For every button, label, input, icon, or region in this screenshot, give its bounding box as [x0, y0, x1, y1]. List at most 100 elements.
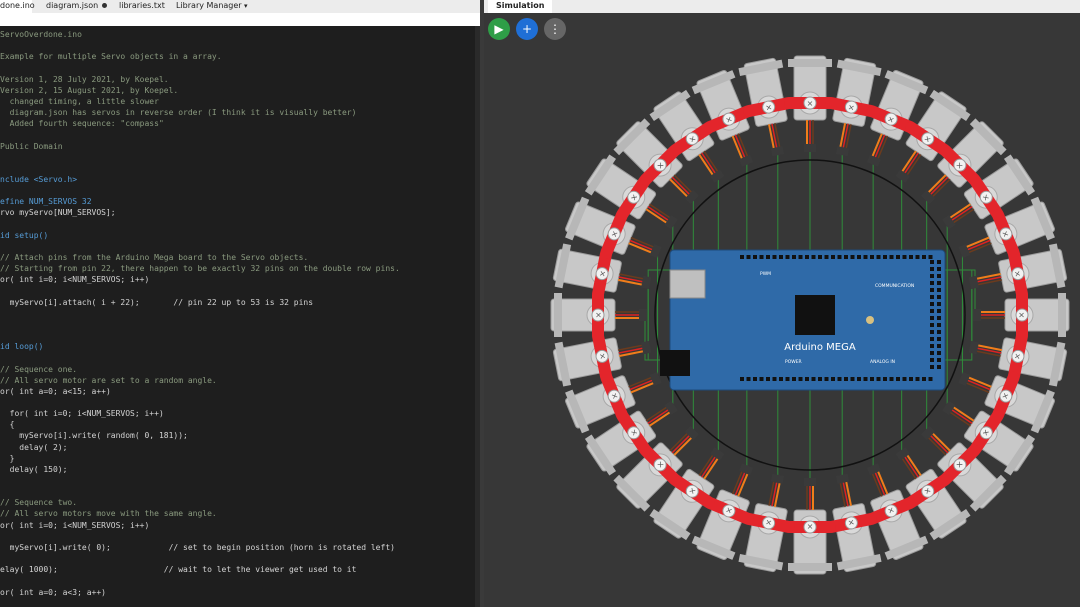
- servo-wire: [950, 408, 973, 424]
- plus-icon: +: [521, 22, 533, 36]
- simulation-canvas[interactable]: ×××××××××××××××××××××××× × ×××××××Arduino …: [484, 0, 1080, 607]
- servo-wire: [673, 436, 693, 456]
- code-line: efine NUM_SERVOS 32: [0, 197, 92, 207]
- header-pin: [930, 260, 934, 264]
- tab-simulation[interactable]: Simulation: [488, 0, 553, 13]
- code-line: // All servo motor are set to a random a…: [0, 375, 217, 385]
- servo-wire: [906, 454, 922, 477]
- header-pin: [937, 288, 941, 292]
- header-pin: [837, 377, 842, 381]
- code-line: // Starting from pin 22, there happen to…: [0, 264, 400, 274]
- header-pin: [844, 377, 848, 381]
- header-pin: [740, 255, 744, 259]
- servo-wire: [669, 178, 689, 198]
- header-pin: [805, 377, 809, 381]
- code-line: // All servo motors move with the same a…: [0, 509, 217, 519]
- header-pin: [915, 377, 920, 381]
- header-pin: [746, 377, 751, 381]
- header-pin: [863, 255, 868, 259]
- header-pin: [792, 377, 796, 381]
- servo-wire: [949, 411, 971, 427]
- horn-screw-mark: ×: [594, 312, 603, 319]
- servo-connector: [664, 215, 678, 230]
- servo-tab: [1058, 293, 1066, 337]
- servo-wire: [929, 434, 949, 454]
- header-pin: [930, 281, 934, 285]
- servo-connector: [641, 275, 652, 290]
- code-line: delay( 2);: [0, 442, 68, 452]
- more-options-button[interactable]: ⋮: [544, 18, 566, 40]
- code-line: myServo[i].write( 0); // set to begin po…: [0, 542, 395, 552]
- header-pin: [937, 267, 941, 271]
- header-pin: [792, 255, 796, 259]
- servo-wire: [927, 436, 947, 456]
- code-line: Added fourth sequence: "compass": [0, 119, 164, 129]
- header-pin: [930, 274, 934, 278]
- code-line: ServoOverdone.ino: [0, 30, 82, 39]
- header-pin: [937, 274, 941, 278]
- header-pin: [937, 323, 941, 327]
- code-line: myServo[i].write( random( 0, 181));: [0, 431, 188, 441]
- code-line: id setup(): [0, 230, 49, 240]
- arduino-mega-board: Arduino MEGA PWM COMMUNICATION POWER ANALOG …: [660, 249, 946, 391]
- servo-wire: [698, 153, 714, 176]
- code-line: diagram.json has servos in reverse order…: [0, 108, 357, 118]
- header-pin: [937, 302, 941, 306]
- add-part-button[interactable]: +: [516, 18, 538, 40]
- board-label: Arduino MEGA: [784, 342, 856, 353]
- servo-wire: [927, 174, 947, 194]
- header-pin: [883, 377, 887, 381]
- servo-wire: [929, 176, 949, 196]
- header-pin: [850, 377, 855, 381]
- servo-wire: [906, 154, 922, 176]
- servo-wire: [931, 178, 951, 198]
- header-pin: [902, 377, 907, 381]
- servo-wire: [648, 411, 671, 427]
- editor-header-strip: [0, 13, 480, 26]
- code-line: nclude <Servo.h>: [0, 174, 78, 184]
- more-vertical-icon: ⋮: [549, 22, 561, 36]
- header-pin: [857, 255, 861, 259]
- header-pin: [937, 295, 941, 299]
- tab-label: diagram.json: [46, 1, 99, 10]
- header-pin: [930, 344, 934, 348]
- tab-libraries-txt[interactable]: libraries.txt: [119, 0, 165, 13]
- header-pin: [863, 377, 868, 381]
- simulation-pane[interactable]: × × × × × × × × × × × × × × × × × × × × × × × × × × × × × × × × Arduino …: [484, 0, 1080, 607]
- header-pin: [922, 377, 926, 381]
- header-pin: [785, 377, 790, 381]
- servo-wire: [952, 208, 975, 224]
- servo-wire: [669, 432, 689, 452]
- servo-wire: [673, 174, 693, 194]
- code-line: changed timing, a little slower: [0, 96, 159, 106]
- code-line: or( int i=0; i<NUM_SERVOS; i++): [0, 275, 150, 285]
- header-pin: [915, 255, 920, 259]
- code-line: or( int a=0; a<3; a++): [0, 587, 106, 597]
- tab-diagram-json[interactable]: diagram.json: [46, 0, 108, 13]
- code-line: or( int a=0; a<15; a++): [0, 386, 111, 396]
- tab-library-manager[interactable]: Library Manager: [176, 0, 242, 13]
- tab-label: Library Manager: [176, 1, 242, 10]
- servo-connector: [804, 478, 816, 486]
- play-button[interactable]: ▶: [488, 18, 510, 40]
- header-pin: [824, 255, 829, 259]
- servo-wire: [645, 208, 668, 224]
- header-pin: [930, 267, 934, 271]
- servo-connector: [804, 144, 816, 152]
- header-pin: [759, 255, 764, 259]
- code-area[interactable]: ServoOverdone.ino Example for multiple Se…: [0, 26, 475, 607]
- horn-screw-mark: ×: [1017, 312, 1026, 319]
- servo-wire: [703, 150, 719, 173]
- code-line: id loop(): [0, 342, 44, 352]
- servo-connector: [942, 215, 956, 230]
- tab-ino[interactable]: done.ino: [0, 0, 35, 13]
- unsaved-dot-icon: [102, 3, 108, 8]
- code-editor-pane[interactable]: done.ino diagram.json libraries.txt Libr…: [0, 0, 480, 607]
- header-pin: [930, 358, 934, 362]
- servo-wire: [901, 457, 917, 480]
- servo-tab: [788, 59, 832, 67]
- chevron-down-icon[interactable]: ▾: [244, 0, 248, 13]
- header-pin: [857, 377, 861, 381]
- header-pin: [922, 255, 926, 259]
- tab-label: done.ino: [0, 1, 35, 10]
